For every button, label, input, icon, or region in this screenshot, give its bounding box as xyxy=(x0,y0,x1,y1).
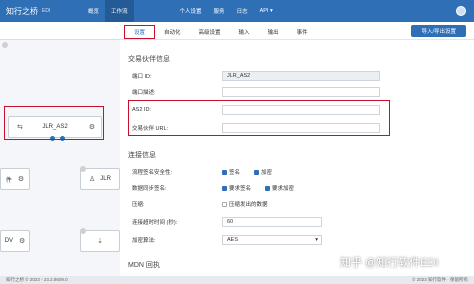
node-label: DV xyxy=(4,238,14,244)
logo-text: 知行之桥 xyxy=(6,6,38,16)
checkbox-icon xyxy=(265,185,271,191)
tab-settings[interactable]: 设置 xyxy=(124,25,156,39)
tab-advanced[interactable]: 高级设置 xyxy=(190,25,230,39)
nav-api[interactable]: API ▾ xyxy=(254,0,279,22)
section-mdn: MDN 回执 xyxy=(128,262,160,269)
port-desc-field[interactable] xyxy=(222,87,380,97)
node-left-1[interactable]: 件 ⚙ xyxy=(0,168,30,190)
tab-events[interactable]: 事件 xyxy=(288,25,317,39)
compress-label: 压缩: xyxy=(132,202,145,208)
timeout-label: 连接超时时间 (秒): xyxy=(132,220,178,226)
file-icon: ⇣ xyxy=(97,238,103,245)
checkbox-icon xyxy=(254,169,260,175)
checkbox-icon xyxy=(222,185,227,191)
checkbox-label: 签名 xyxy=(229,170,241,176)
checkbox-icon xyxy=(222,169,227,175)
canvas-dot xyxy=(80,228,86,234)
canvas-dot xyxy=(2,42,8,48)
checkbox-label: 要求签名 xyxy=(229,186,252,192)
checkbox-label: 加密 xyxy=(261,170,273,176)
encrypt-checkbox[interactable]: 加密 xyxy=(254,168,272,176)
sign-checkbox[interactable]: 签名 xyxy=(222,168,240,176)
checkbox-icon xyxy=(222,201,227,207)
footer: 知行之桥 © 2023 - 23.2.8609.0 © 2023 知行软件 · … xyxy=(0,276,474,284)
logo-sub: EDI xyxy=(42,8,51,14)
receipt-security-row: 数据同步签名: 要求签名 要求加密 xyxy=(132,182,382,194)
port-id-label: 端口 ID: xyxy=(132,74,152,80)
port-id-field[interactable]: JLR_AS2 xyxy=(222,71,380,81)
incoming-security-row: 流程签名安全性: 签名 加密 xyxy=(132,166,382,178)
require-sign-checkbox[interactable]: 要求签名 xyxy=(222,184,251,192)
select-value: AES xyxy=(227,237,239,243)
chevron-down-icon: ▾ xyxy=(315,237,318,243)
tab-automation[interactable]: 自动化 xyxy=(155,25,190,39)
node-label: JLR xyxy=(100,176,111,182)
checkbox-label: 要求加密 xyxy=(272,186,295,192)
footer-right: © 2023 知行软件 · 保留所有 xyxy=(412,277,468,282)
nav-workflow[interactable]: 工作流 xyxy=(105,0,134,22)
encrypt-alg-select[interactable]: AES ▾ xyxy=(222,235,322,245)
import-export-button[interactable]: 导入/导出设置 xyxy=(411,25,466,37)
footer-left: 知行之桥 © 2023 - 23.2.8609.0 xyxy=(6,277,68,282)
section-partner-info: 交易伙伴信息 xyxy=(128,56,170,63)
compress-checkbox[interactable]: 压缩发出的数据 xyxy=(222,200,268,208)
tab-input[interactable]: 输入 xyxy=(230,25,259,39)
node-left-2[interactable]: DV ⚙ xyxy=(0,230,30,252)
highlight-box xyxy=(128,100,390,136)
settings-panel: 设置 自动化 高级设置 输入 输出 事件 导入/导出设置 交易伙伴信息 端口 I… xyxy=(120,22,474,276)
nav-logs[interactable]: 日志 xyxy=(231,0,254,22)
canvas-toolbar xyxy=(0,22,120,40)
gear-icon[interactable]: ⚙ xyxy=(18,175,24,183)
node-jlr[interactable]: ♙ JLR xyxy=(80,168,120,190)
app-logo[interactable]: 知行之桥 EDI xyxy=(0,6,82,17)
avatar[interactable] xyxy=(456,6,466,16)
section-connection-info: 连接信息 xyxy=(128,152,156,159)
node-right-2[interactable]: ⇣ xyxy=(80,230,120,252)
checkbox-label: 压缩发出的数据 xyxy=(229,202,268,208)
port-desc-row: 端口描述: xyxy=(132,86,382,98)
nav-overview[interactable]: 概览 xyxy=(82,0,105,22)
nav-services[interactable]: 服务 xyxy=(208,0,231,22)
node-label: 件 xyxy=(5,177,12,184)
timeout-field[interactable]: 60 xyxy=(222,217,322,227)
incoming-security-label: 流程签名安全性: xyxy=(132,170,173,176)
canvas-dot xyxy=(80,166,86,172)
watermark: 知乎 @知行软件EDI xyxy=(340,257,439,269)
port-desc-label: 端口描述: xyxy=(132,90,156,96)
encrypt-alg-row: 加密算法: AES ▾ xyxy=(132,234,382,246)
require-encrypt-checkbox[interactable]: 要求加密 xyxy=(265,184,294,192)
compress-row: 压缩: 压缩发出的数据 xyxy=(132,198,382,210)
encrypt-alg-label: 加密算法: xyxy=(132,238,156,244)
tab-output[interactable]: 输出 xyxy=(259,25,288,39)
port-id-row: 端口 ID: JLR_AS2 xyxy=(132,70,382,82)
gear-icon[interactable]: ⚙ xyxy=(19,237,25,245)
highlight-box xyxy=(4,106,104,140)
person-icon: ♙ xyxy=(89,176,96,183)
receipt-security-label: 数据同步签名: xyxy=(132,186,167,192)
timeout-row: 连接超时时间 (秒): 60 xyxy=(132,216,382,228)
workflow-canvas[interactable]: ⇆ JLR_AS2 ⚙ 件 ⚙ ♙ JLR DV ⚙ ⇣ xyxy=(0,40,120,276)
nav-personal-settings[interactable]: 个人设置 xyxy=(174,0,208,22)
top-bar: 知行之桥 EDI 概览 工作流 个人设置 服务 日志 API ▾ xyxy=(0,0,474,22)
